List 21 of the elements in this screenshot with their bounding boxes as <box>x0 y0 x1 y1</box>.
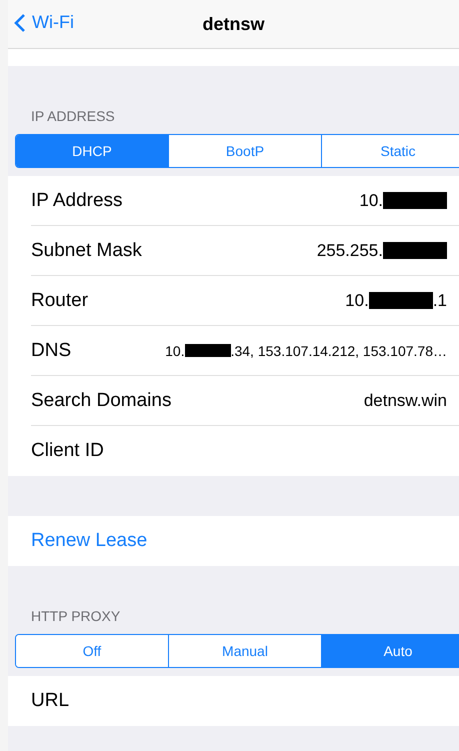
row-value: 255.255. <box>316 240 447 260</box>
back-chevron-icon <box>14 12 26 32</box>
row-label: Client ID <box>31 440 104 462</box>
section-header: HTTP PROXY <box>31 608 120 624</box>
row-value: detnsw.win <box>364 390 447 410</box>
row-label: Search Domains <box>31 390 172 412</box>
section-header: IP ADDRESS <box>31 108 115 124</box>
row-label: IP Address <box>31 190 123 212</box>
segment-tab[interactable]: Off <box>16 635 169 667</box>
row-value: 10. <box>359 190 447 210</box>
row-label: Subnet Mask <box>31 240 142 262</box>
row-label: URL <box>31 690 70 712</box>
screen-title: detnsw <box>202 14 264 34</box>
row-value: 10. .34, 153.107.14.212, 153.107.78… <box>165 342 447 358</box>
row-label: Router <box>31 290 88 312</box>
back-button[interactable]: Wi-Fi <box>10 10 78 35</box>
row-label: DNS <box>31 340 72 362</box>
segment-tab[interactable]: DHCP <box>16 135 169 167</box>
renew-lease-link[interactable]: Renew Lease <box>31 530 148 552</box>
segment-tab[interactable]: Auto <box>322 635 459 667</box>
row-value: 10. .1 <box>345 290 447 310</box>
